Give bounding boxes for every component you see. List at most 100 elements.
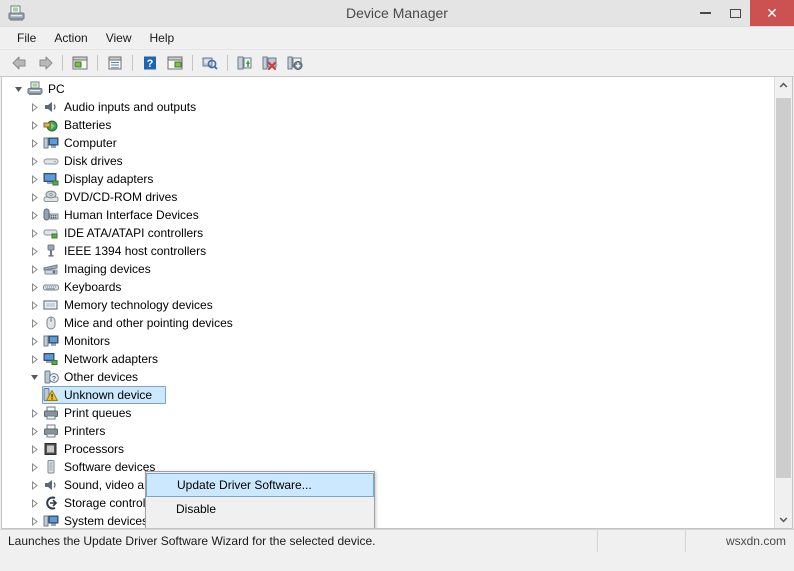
disable-device-button[interactable]: [283, 52, 307, 74]
chevron-down-icon: [779, 516, 788, 523]
tree-item-dvd-cd-rom-drives[interactable]: DVD/CD-ROM drives: [2, 188, 774, 206]
show-hide-console-tree-button[interactable]: [68, 52, 92, 74]
context-menu[interactable]: Update Driver Software... Disable Uninst…: [145, 471, 375, 528]
tree-item-root[interactable]: PC: [2, 80, 774, 98]
expand-arrow-icon[interactable]: [26, 440, 42, 458]
tree-item-audio-inputs-and-outputs[interactable]: Audio inputs and outputs: [2, 98, 774, 116]
scroll-down-button[interactable]: [775, 511, 792, 528]
device-tree[interactable]: PC Audio inputs and outputs: [2, 77, 774, 528]
tree-item-batteries[interactable]: Batteries: [2, 116, 774, 134]
expand-arrow-icon[interactable]: [26, 350, 42, 368]
expand-arrow-icon[interactable]: [26, 116, 42, 134]
toolbar-separator: [97, 55, 98, 71]
scan-for-hardware-changes-button[interactable]: [198, 52, 222, 74]
expand-arrow-icon[interactable]: [26, 278, 42, 296]
expand-arrow-icon[interactable]: [26, 224, 42, 242]
context-menu-item-update-driver-software[interactable]: Update Driver Software...: [146, 473, 374, 497]
memory-device-icon: [42, 297, 60, 313]
tree-item-other-devices[interactable]: ? Other devices: [2, 368, 774, 386]
tree-item-computer[interactable]: Computer: [2, 134, 774, 152]
scrollbar-track[interactable]: [775, 94, 792, 511]
scrollbar-thumb[interactable]: [776, 98, 791, 478]
tree-item-label: System devices: [64, 514, 152, 528]
expand-arrow-icon[interactable]: [26, 512, 42, 528]
tree-item-display-adapters[interactable]: Display adapters: [2, 170, 774, 188]
tree-item-ide-ata-atapi-controllers[interactable]: IDE ATA/ATAPI controllers: [2, 224, 774, 242]
tree-item-label: Print queues: [64, 406, 135, 420]
tree-item-monitors[interactable]: Monitors: [2, 332, 774, 350]
expand-arrow-icon[interactable]: [26, 422, 42, 440]
collapse-arrow-icon[interactable]: [10, 80, 26, 98]
vertical-scrollbar[interactable]: [774, 77, 792, 528]
tree-item-network-adapters[interactable]: Network adapters: [2, 350, 774, 368]
tree-item-human-interface-devices[interactable]: Human Interface Devices: [2, 206, 774, 224]
expand-arrow-icon[interactable]: [26, 170, 42, 188]
tree-item-label: Memory technology devices: [64, 298, 217, 312]
tree-item-sound-video-and-game-controllers[interactable]: Sound, video and game controllers: [2, 476, 774, 494]
tree-item-processors[interactable]: Processors: [2, 440, 774, 458]
forward-button[interactable]: [33, 52, 57, 74]
speaker-icon: [42, 99, 60, 115]
update-driver-software-button[interactable]: [233, 52, 257, 74]
properties-button[interactable]: [103, 52, 127, 74]
battery-icon: [42, 117, 60, 133]
status-bar: Launches the Update Driver Software Wiza…: [0, 529, 794, 552]
tree-item-label: DVD/CD-ROM drives: [64, 190, 181, 204]
tree-item-system-devices[interactable]: System devices: [2, 512, 774, 528]
status-bar-cell: [598, 530, 686, 552]
expand-arrow-icon[interactable]: [26, 152, 42, 170]
show-hide-action-pane-button[interactable]: [163, 52, 187, 74]
tree-item-label: Monitors: [64, 334, 114, 348]
menu-file[interactable]: File: [8, 29, 45, 47]
tree-item-ieee-1394-host-controllers[interactable]: IEEE 1394 host controllers: [2, 242, 774, 260]
tree-item-label: Printers: [64, 424, 109, 438]
menu-view[interactable]: View: [97, 29, 141, 47]
expand-arrow-icon[interactable]: [26, 206, 42, 224]
context-menu-item-uninstall[interactable]: Uninstall: [146, 521, 374, 528]
collapse-arrow-icon[interactable]: [26, 368, 42, 386]
expand-arrow-icon[interactable]: [26, 260, 42, 278]
tree-item-print-queues[interactable]: Print queues: [2, 404, 774, 422]
context-menu-item-disable[interactable]: Disable: [146, 497, 374, 521]
window-controls: ✕: [690, 0, 794, 26]
tree-item-memory-technology-devices[interactable]: Memory technology devices: [2, 296, 774, 314]
show-hide-console-tree-icon: [71, 55, 89, 71]
expand-arrow-icon[interactable]: [26, 188, 42, 206]
tree-item-label: Other devices: [64, 370, 142, 384]
back-button[interactable]: [8, 52, 32, 74]
tree-item-keyboards[interactable]: Keyboards: [2, 278, 774, 296]
tree-item-printers[interactable]: Printers: [2, 422, 774, 440]
tree-item-disk-drives[interactable]: Disk drives: [2, 152, 774, 170]
minimize-button[interactable]: [690, 0, 720, 26]
scroll-up-button[interactable]: [775, 77, 792, 94]
expand-arrow-icon[interactable]: [26, 296, 42, 314]
expand-arrow-icon[interactable]: [26, 314, 42, 332]
expand-arrow-icon[interactable]: [26, 458, 42, 476]
tree-item-mice-and-other-pointing-devices[interactable]: Mice and other pointing devices: [2, 314, 774, 332]
printer-icon: [42, 405, 60, 421]
expand-arrow-icon[interactable]: [26, 242, 42, 260]
tree-item-label: Keyboards: [64, 280, 125, 294]
svg-text:?: ?: [52, 376, 56, 383]
menu-help[interactable]: Help: [141, 29, 184, 47]
mouse-icon: [42, 315, 60, 331]
expand-arrow-icon[interactable]: [26, 332, 42, 350]
uninstall-device-button[interactable]: [258, 52, 282, 74]
tree-item-software-devices[interactable]: Software devices: [2, 458, 774, 476]
close-button[interactable]: ✕: [750, 0, 794, 26]
expand-arrow-icon[interactable]: [26, 494, 42, 512]
expand-arrow-icon[interactable]: [26, 404, 42, 422]
help-button[interactable]: ?: [138, 52, 162, 74]
maximize-button[interactable]: [720, 0, 750, 26]
other-devices-icon: ?: [42, 369, 60, 385]
menu-action[interactable]: Action: [45, 29, 96, 47]
tree-item-storage-controllers[interactable]: Storage controllers: [2, 494, 774, 512]
expand-arrow-icon[interactable]: [26, 98, 42, 116]
menu-bar: File Action View Help: [0, 27, 794, 50]
expand-arrow-icon[interactable]: [26, 476, 42, 494]
tree-item-imaging-devices[interactable]: Imaging devices: [2, 260, 774, 278]
toolbar-separator: [192, 55, 193, 71]
tree-item-unknown-device[interactable]: Unknown device: [2, 386, 774, 404]
unknown-device-warning-icon: [42, 387, 60, 403]
expand-arrow-icon[interactable]: [26, 134, 42, 152]
